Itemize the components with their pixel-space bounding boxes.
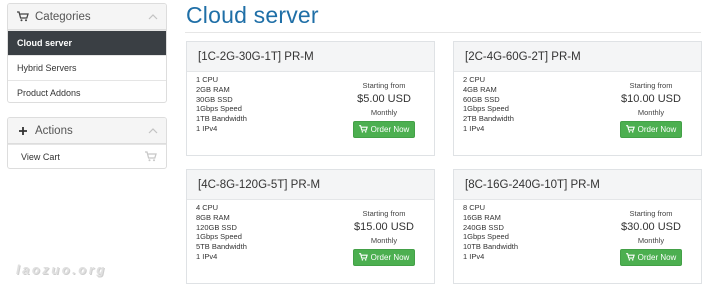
- actions-panel: Actions View Cart: [7, 117, 167, 169]
- starting-from-label: Starting from: [362, 81, 406, 90]
- feature-cpu: 2 CPU: [463, 75, 486, 84]
- watermark: laozuo.org: [16, 262, 107, 277]
- billing-cycle: Monthly: [370, 236, 398, 245]
- feature-speed: 1Gbps Speed: [196, 104, 242, 114]
- feature-cpu: 1 CPU: [196, 75, 219, 84]
- shopping-cart-icon: [145, 150, 157, 164]
- pricing: Starting from $15.00 USD Monthly: [353, 209, 415, 245]
- billing-cycle: Monthly: [637, 236, 665, 245]
- feature-bandwidth: 1TB Bandwidth: [196, 114, 247, 124]
- product-name: [2C-4G-60G-2T] PR-M: [454, 42, 701, 72]
- shopping-cart-icon: [358, 252, 368, 263]
- feature-ipv4: 1 IPv4: [196, 251, 218, 261]
- sidebar-item-label: View Cart: [21, 152, 60, 162]
- product-features: 4 CPU 8GB RAM 120GB SSD 1Gbps Speed 5TB …: [196, 203, 247, 262]
- pricing: Starting from $30.00 USD Monthly: [620, 209, 682, 245]
- starting-from-label: Starting from: [629, 81, 673, 90]
- pricing: Starting from $10.00 USD Monthly: [620, 81, 682, 117]
- shopping-cart-icon: [358, 124, 368, 135]
- price: $30.00 USD: [621, 221, 681, 233]
- billing-cycle: Monthly: [637, 108, 665, 117]
- sidebar-item-label: Hybrid Servers: [17, 63, 77, 73]
- chevron-up-icon[interactable]: [148, 126, 158, 136]
- chevron-up-icon[interactable]: [148, 12, 158, 22]
- product-card: [8C-16G-240G-10T] PR-M 8 CPU 16GB RAM 24…: [453, 169, 702, 284]
- product-card: [2C-4G-60G-2T] PR-M 2 CPU 4GB RAM 60GB S…: [453, 41, 702, 156]
- price: $10.00 USD: [621, 93, 681, 105]
- product-card: [4C-8G-120G-5T] PR-M 4 CPU 8GB RAM 120GB…: [186, 169, 435, 284]
- feature-ipv4: 1 IPv4: [196, 123, 218, 133]
- order-now-button[interactable]: Order Now: [353, 249, 415, 266]
- feature-disk: 240GB SSD: [463, 222, 504, 232]
- sidebar-item-label: Cloud server: [17, 38, 73, 48]
- order-now-label: Order Now: [637, 125, 677, 134]
- categories-panel: Categories Cloud server Hybrid Servers P…: [7, 3, 167, 103]
- feature-ipv4: 1 IPv4: [463, 251, 485, 261]
- shopping-cart-icon: [625, 124, 635, 135]
- feature-ram: 16GB RAM: [463, 212, 501, 222]
- feature-bandwidth: 5TB Bandwidth: [196, 242, 247, 252]
- starting-from-label: Starting from: [362, 209, 406, 218]
- plus-icon: [16, 125, 30, 137]
- order-now-button[interactable]: Order Now: [620, 249, 682, 266]
- order-now-label: Order Now: [637, 253, 677, 262]
- feature-cpu: 8 CPU: [463, 203, 486, 212]
- feature-speed: 1Gbps Speed: [196, 232, 242, 242]
- feature-disk: 120GB SSD: [196, 222, 237, 232]
- sidebar-item-cloud-server[interactable]: Cloud server: [8, 30, 166, 55]
- actions-panel-header[interactable]: Actions: [8, 118, 166, 144]
- feature-ipv4: 1 IPv4: [463, 123, 485, 133]
- product-name: [8C-16G-240G-10T] PR-M: [454, 170, 701, 200]
- feature-speed: 1Gbps Speed: [463, 232, 509, 242]
- product-name: [1C-2G-30G-1T] PR-M: [187, 42, 434, 72]
- shopping-cart-icon: [16, 11, 30, 23]
- feature-speed: 1Gbps Speed: [463, 104, 509, 114]
- feature-bandwidth: 10TB Bandwidth: [463, 242, 519, 252]
- feature-disk: 60GB SSD: [463, 94, 500, 104]
- categories-title: Categories: [35, 10, 91, 23]
- categories-panel-header[interactable]: Categories: [8, 4, 166, 30]
- sidebar-item-label: Product Addons: [17, 88, 81, 98]
- product-card: [1C-2G-30G-1T] PR-M 1 CPU 2GB RAM 30GB S…: [186, 41, 435, 156]
- pricing: Starting from $5.00 USD Monthly: [353, 81, 415, 117]
- shopping-cart-icon: [625, 252, 635, 263]
- product-features: 8 CPU 16GB RAM 240GB SSD 1Gbps Speed 10T…: [463, 203, 518, 262]
- feature-ram: 8GB RAM: [196, 212, 230, 222]
- page-title: Cloud server: [186, 2, 319, 28]
- title-divider: [185, 32, 701, 33]
- order-now-label: Order Now: [370, 253, 410, 262]
- feature-disk: 30GB SSD: [196, 94, 233, 104]
- feature-ram: 2GB RAM: [196, 84, 230, 94]
- billing-cycle: Monthly: [370, 108, 398, 117]
- sidebar-item-hybrid-servers[interactable]: Hybrid Servers: [8, 55, 166, 80]
- sidebar-item-product-addons[interactable]: Product Addons: [8, 80, 166, 102]
- order-now-label: Order Now: [370, 125, 410, 134]
- order-now-button[interactable]: Order Now: [620, 121, 682, 138]
- price: $15.00 USD: [354, 221, 414, 233]
- feature-bandwidth: 2TB Bandwidth: [463, 114, 514, 124]
- order-now-button[interactable]: Order Now: [353, 121, 415, 138]
- product-features: 1 CPU 2GB RAM 30GB SSD 1Gbps Speed 1TB B…: [196, 75, 247, 134]
- sidebar-item-view-cart[interactable]: View Cart: [8, 144, 166, 168]
- starting-from-label: Starting from: [629, 209, 673, 218]
- product-features: 2 CPU 4GB RAM 60GB SSD 1Gbps Speed 2TB B…: [463, 75, 514, 134]
- price: $5.00 USD: [357, 93, 411, 105]
- actions-title: Actions: [35, 124, 73, 137]
- product-name: [4C-8G-120G-5T] PR-M: [187, 170, 434, 200]
- feature-cpu: 4 CPU: [196, 203, 219, 212]
- feature-ram: 4GB RAM: [463, 84, 497, 94]
